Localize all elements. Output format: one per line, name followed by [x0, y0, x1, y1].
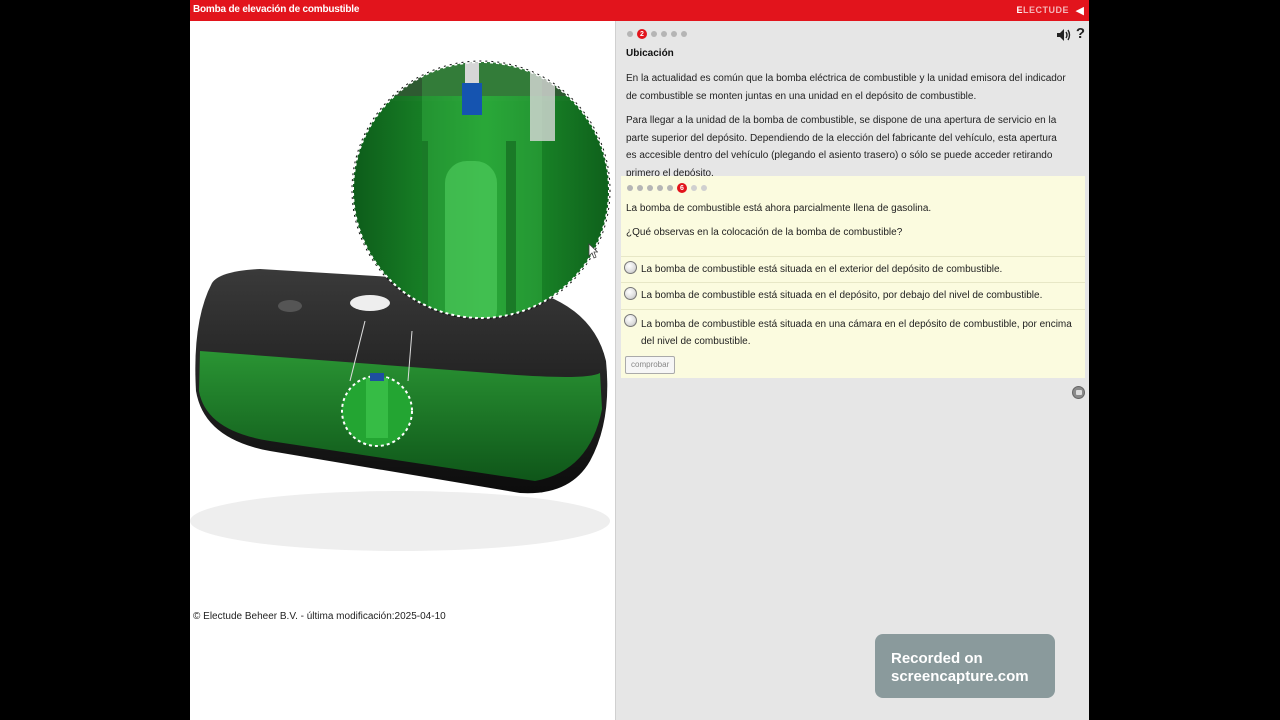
quiz-dot[interactable] — [657, 185, 663, 191]
radio-button[interactable] — [624, 261, 637, 274]
radio-button[interactable] — [624, 314, 637, 327]
page-progress-dots[interactable]: 2 — [627, 29, 687, 39]
quiz-dot[interactable] — [637, 185, 643, 191]
answer-label[interactable]: La bomba de combustible está situada en … — [641, 263, 1081, 277]
quiz-dot[interactable] — [647, 185, 653, 191]
page-dot-current[interactable]: 2 — [637, 29, 647, 39]
quiz-dot[interactable] — [691, 185, 697, 191]
page-dot[interactable] — [661, 31, 667, 37]
answer-label[interactable]: La bomba de combustible está situada en … — [641, 316, 1081, 350]
quiz-statement: La bomba de combustible está ahora parci… — [626, 203, 932, 214]
recording-watermark: Recorded on screencapture.com — [875, 634, 1055, 698]
quiz-dot[interactable] — [627, 185, 633, 191]
quiz-panel: 6 La bomba de combustible está ahora par… — [621, 176, 1085, 378]
quiz-dot[interactable] — [701, 185, 707, 191]
content-pane: 2 ? Ubicación En la actualidad es común … — [615, 21, 1089, 720]
title-bar: Bomba de elevación de combustible ELECTU… — [190, 0, 1089, 21]
page-dot[interactable] — [627, 31, 633, 37]
illustration-pane: © Electude Beheer B.V. - última modifica… — [190, 21, 615, 720]
mouse-cursor-icon — [588, 243, 598, 259]
chevron-left-icon[interactable]: ◀ — [1076, 4, 1084, 17]
radio-button[interactable] — [624, 287, 637, 300]
answer-option[interactable]: La bomba de combustible está situada en … — [621, 309, 1085, 353]
electude-logo: ELECTUDE — [1016, 5, 1069, 15]
quiz-question: ¿Qué observas en la colocación de la bom… — [626, 227, 903, 238]
paragraph-access: Para llegar a la unidad de la bomba de c… — [626, 115, 1057, 179]
speaker-icon[interactable] — [1057, 29, 1071, 41]
fuel-tank-illustration — [190, 60, 611, 551]
watermark-line2: screencapture.com — [891, 668, 1029, 685]
section-title: Ubicación — [626, 48, 674, 59]
answer-option[interactable]: La bomba de combustible está situada en … — [621, 282, 1085, 309]
next-page-icon[interactable] — [1072, 386, 1085, 399]
answer-option[interactable]: La bomba de combustible está situada en … — [621, 256, 1085, 282]
paragraph-intro: En la actualidad es común que la bomba e… — [626, 73, 1066, 102]
copyright-text: © Electude Beheer B.V. - última modifica… — [193, 611, 446, 622]
watermark-line1: Recorded on — [891, 650, 983, 667]
quiz-dot-current[interactable]: 6 — [677, 183, 687, 193]
answer-label[interactable]: La bomba de combustible está situada en … — [641, 289, 1081, 303]
help-icon[interactable]: ? — [1076, 25, 1085, 42]
app-window: Bomba de elevación de combustible ELECTU… — [190, 0, 1089, 720]
page-dot[interactable] — [681, 31, 687, 37]
module-title: Bomba de elevación de combustible — [193, 4, 360, 15]
page-dot[interactable] — [651, 31, 657, 37]
quiz-progress-dots[interactable]: 6 — [627, 183, 707, 193]
quiz-dot[interactable] — [667, 185, 673, 191]
page-dot[interactable] — [671, 31, 677, 37]
check-button[interactable]: comprobar — [625, 356, 676, 374]
